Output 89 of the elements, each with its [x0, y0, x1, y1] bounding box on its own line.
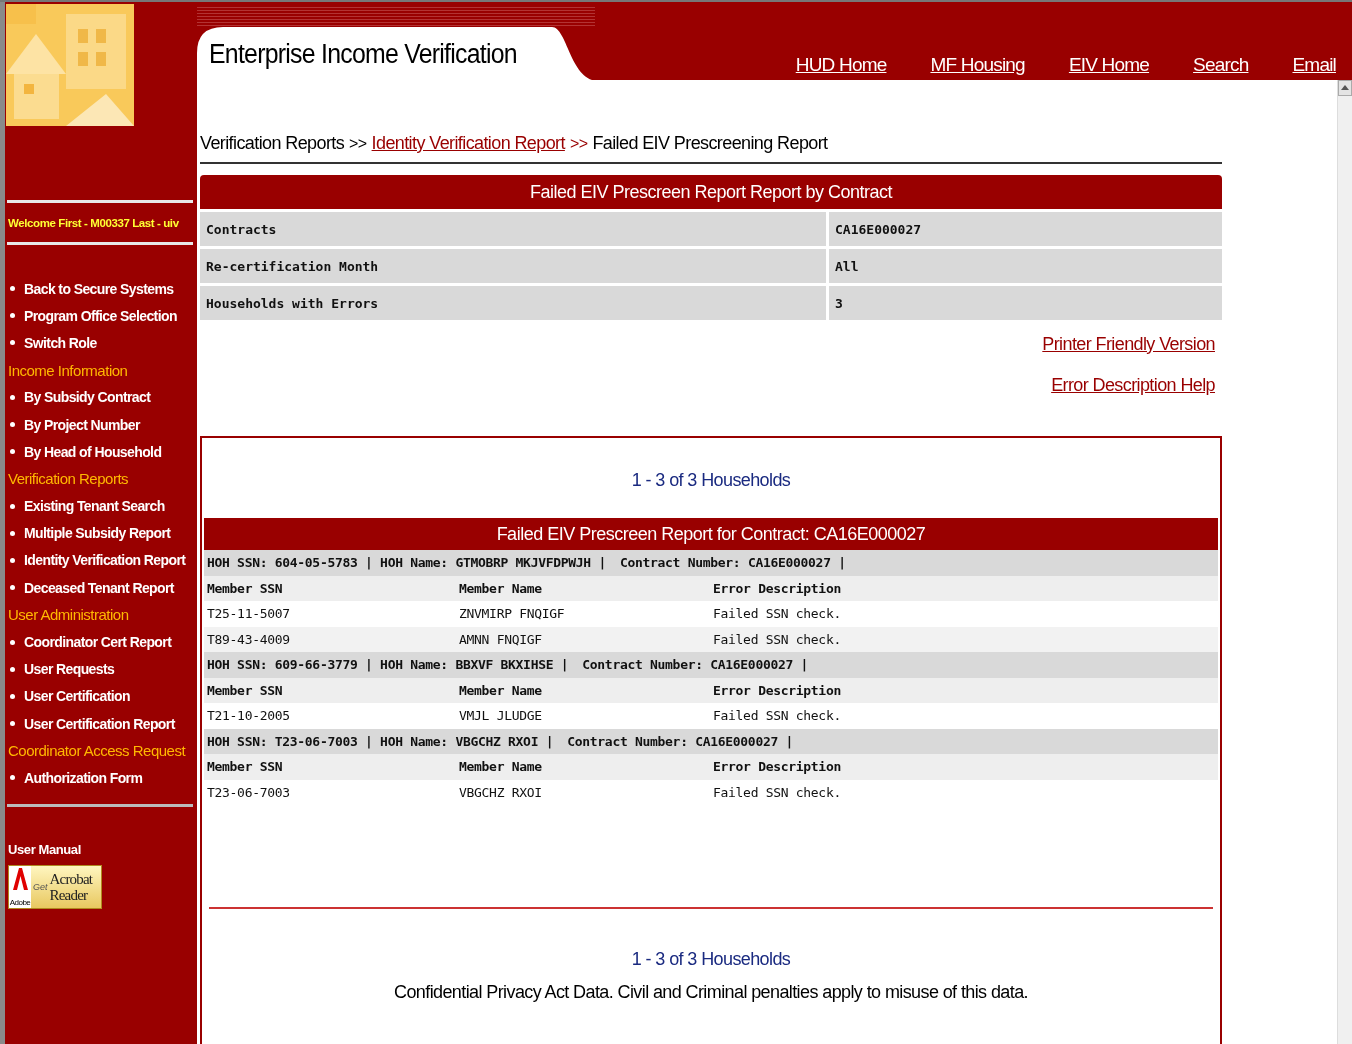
- sidebar-heading[interactable]: Coordinator Access Request: [8, 737, 197, 765]
- sidebar-link[interactable]: Identity Verification Report: [24, 552, 186, 569]
- column-header: Member SSN: [207, 580, 284, 596]
- column-header: Member Name: [459, 580, 543, 596]
- table-cell: CA16E000027: [829, 212, 1222, 246]
- column-header: Member Name: [459, 682, 543, 698]
- household-text: HOH SSN: T23-06-7003 | HOH Name: VBGCHZ RXOI |: [207, 733, 554, 749]
- column-header: Error Description: [713, 759, 841, 775]
- sidebar-link[interactable]: By Head of Household: [24, 443, 162, 460]
- table-cell: Failed SSN check.: [713, 606, 841, 622]
- bullet-icon: [10, 503, 15, 509]
- breadcrumb-separator: >>: [569, 135, 588, 153]
- report-header: Failed EIV Prescreen Report for Contract: CA16E000027: [204, 518, 1218, 550]
- household-text: HOH SSN: 609-66-3779 | HOH Name: BBXVF BKXIHSE |: [207, 657, 569, 673]
- table-cell: 3: [829, 286, 1222, 320]
- sidebar-link[interactable]: Deceased Tenant Report: [24, 579, 174, 596]
- bullet-icon: [10, 394, 15, 400]
- sidebar-link[interactable]: User Certification: [24, 688, 130, 705]
- sidebar-link[interactable]: By Project Number: [24, 416, 140, 433]
- sidebar-heading[interactable]: Income Information: [8, 356, 197, 384]
- sidebar-link[interactable]: Coordinator Cert Report: [24, 634, 172, 651]
- household-text: HOH SSN: 604-05-5783 | HOH Name: GTMOBRP MKJVFDPWJH |: [207, 555, 606, 571]
- bullet-icon: [10, 449, 15, 455]
- nav-link[interactable]: MF Housing: [930, 54, 1025, 76]
- breadcrumb-text: Failed EIV Prescreening Report: [592, 133, 828, 154]
- column-header: Member SSN: [207, 759, 284, 775]
- scroll-up-icon[interactable]: [1338, 80, 1352, 96]
- sidebar-link[interactable]: User Certification Report: [24, 715, 175, 732]
- sidebar-heading[interactable]: User Administration: [8, 601, 197, 629]
- table-cell-text: T89-43-4009: [207, 631, 291, 647]
- help-link[interactable]: Printer Friendly Version: [1042, 334, 1215, 355]
- privacy-notice: Confidential Privacy Act Data. Civil and Criminal penalties apply to misuse of this data.: [393, 982, 1029, 1003]
- adobe-icon: [11, 867, 29, 890]
- column-header: Member Name: [459, 759, 543, 775]
- bullet-icon: [10, 530, 15, 536]
- nav-link[interactable]: Search: [1193, 54, 1249, 76]
- table-cell-text: ZNVMIRP FNQIGF: [459, 606, 566, 622]
- bullet-icon: [10, 585, 15, 591]
- sidebar-link[interactable]: Existing Tenant Search: [24, 498, 165, 515]
- table-cell: Failed SSN check.: [713, 631, 841, 647]
- nav-link[interactable]: Email: [1292, 54, 1336, 76]
- column-header: Member SSN: [207, 682, 284, 698]
- sidebar-link[interactable]: Multiple Subsidy Report: [24, 525, 171, 542]
- bullet-icon: [10, 557, 15, 563]
- sidebar-link[interactable]: User Requests: [24, 661, 115, 678]
- table-cell-text: VMJL JLUDGE: [459, 708, 543, 724]
- table-cell: Failed SSN check.: [713, 708, 841, 724]
- user-manual-label: User Manual: [7, 840, 82, 859]
- contract-text: Contract Number: CA16E000027 |: [582, 657, 809, 673]
- pagination-text: 1 - 3 of 3 Households: [630, 469, 792, 492]
- nav-link[interactable]: EIV Home: [1068, 54, 1150, 76]
- table-cell: Contracts: [200, 212, 826, 246]
- bullet-icon: [10, 639, 15, 645]
- table-cell: Failed SSN check.: [713, 784, 841, 800]
- summary-header: Failed EIV Prescreen Report Report by Contract: [200, 175, 1222, 209]
- sidebar-link[interactable]: By Subsidy Contract: [24, 389, 151, 406]
- bullet-icon: [10, 775, 15, 781]
- breadcrumb-text: Verification Reports: [200, 133, 345, 154]
- bullet-icon: [10, 693, 15, 699]
- breadcrumb-link[interactable]: Identity Verification Report: [371, 133, 565, 154]
- table-cell: Re-certification Month: [200, 249, 826, 283]
- nav-link[interactable]: HUD Home: [795, 54, 887, 76]
- table-cell: All: [829, 249, 1222, 283]
- column-header: Error Description: [713, 682, 841, 698]
- sidebar-link[interactable]: Switch Role: [24, 334, 97, 351]
- sidebar-heading[interactable]: Verification Reports: [8, 465, 197, 493]
- contract-text: Contract Number: CA16E000027 |: [619, 555, 846, 571]
- bullet-icon: [10, 286, 15, 292]
- table-cell-text: VBGCHZ RXOI: [459, 784, 543, 800]
- table-cell-text: T23-06-7003: [207, 784, 291, 800]
- bullet-icon: [10, 721, 15, 727]
- contract-text: Contract Number: CA16E000027 |: [567, 733, 794, 749]
- bullet-icon: [10, 340, 15, 346]
- welcome-text: Welcome First - M00337 Last - uiv: [7, 216, 180, 231]
- help-link[interactable]: Error Description Help: [1051, 375, 1215, 396]
- bullet-icon: [10, 666, 15, 672]
- bullet-icon: [10, 422, 15, 428]
- table-cell-text: T25-11-5007: [207, 606, 291, 622]
- pagination-text: 1 - 3 of 3 Households: [630, 948, 792, 971]
- table-cell-text: AMNN FNQIGF: [459, 631, 543, 647]
- breadcrumb-separator: >>: [349, 135, 367, 153]
- page-title: Enterprise Income Verification: [209, 38, 517, 70]
- sidebar-link[interactable]: Program Office Selection: [24, 307, 177, 324]
- table-cell-text: T21-10-2005: [207, 708, 291, 724]
- table-cell: Households with Errors: [200, 286, 826, 320]
- sidebar-link[interactable]: Back to Secure Systems: [24, 280, 174, 297]
- bullet-icon: [10, 313, 15, 319]
- column-header: Error Description: [713, 580, 841, 596]
- sidebar-link[interactable]: Authorization Form: [24, 769, 143, 786]
